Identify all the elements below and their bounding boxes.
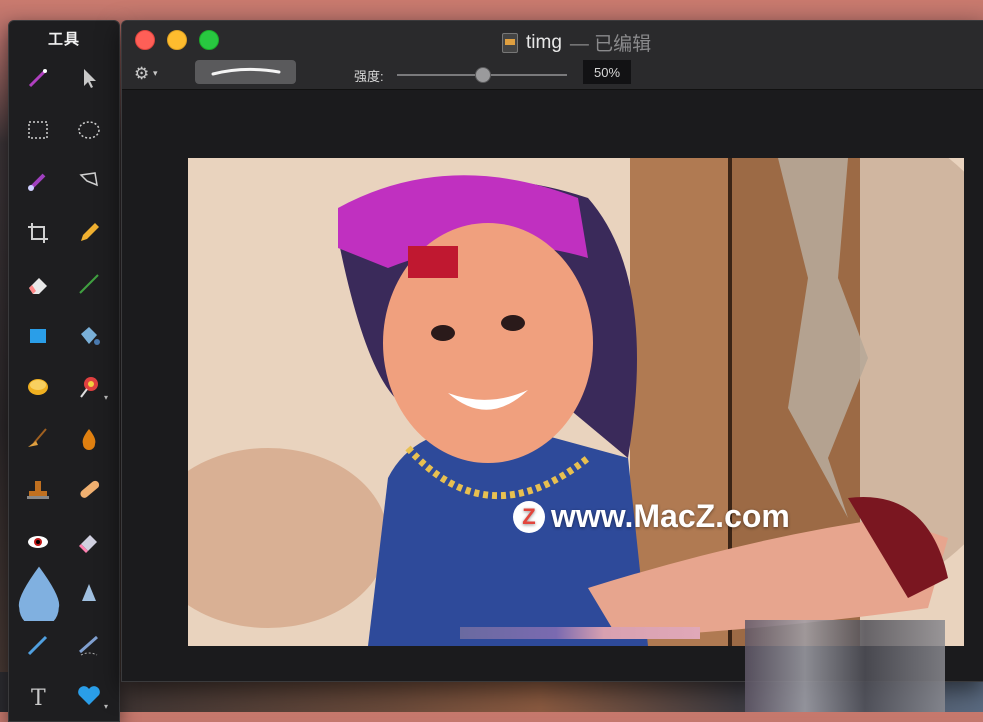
smudge-eraser-icon: [79, 534, 97, 553]
tool-options-bar: ⚙ ▾ 强度: 50%: [122, 59, 983, 90]
lollipop-tool-button[interactable]: ▾: [72, 370, 108, 404]
tools-palette-title: 工具: [47, 31, 80, 48]
strength-label: 强度:: [354, 69, 384, 84]
brush-shape-button[interactable]: [195, 60, 296, 84]
edited-status: — 已编辑: [569, 34, 652, 55]
ellipse-select-icon: [78, 120, 100, 139]
sharpen-cone-tool-button[interactable]: [72, 576, 106, 610]
rect-select-icon: [28, 120, 48, 139]
vector-pen-icon: [79, 635, 98, 655]
stamp-tool-button[interactable]: [21, 473, 55, 507]
bandage-tool-button[interactable]: [72, 473, 106, 507]
eraser-icon: [29, 278, 47, 294]
image-canvas[interactable]: Z www.MacZ.com: [188, 158, 964, 646]
rect-select-tool-button[interactable]: [21, 113, 55, 147]
line-icon: [79, 274, 99, 294]
watermark-text: www.MacZ.com: [551, 498, 790, 534]
paint-bucket-tool-button[interactable]: [72, 319, 106, 353]
smudge-eraser-tool-button[interactable]: [72, 525, 106, 559]
pencil-tool-button[interactable]: [72, 216, 106, 250]
rectangle-shape-tool-button[interactable]: [21, 319, 55, 353]
document-icon: [502, 32, 518, 53]
pen-tool-button[interactable]: [21, 628, 55, 662]
redaction-block: [745, 620, 945, 712]
tools-palette: 工具 ▾ T ▾: [8, 20, 120, 722]
eraser-tool-button[interactable]: [21, 267, 55, 301]
lasso-tool-button[interactable]: [72, 164, 106, 198]
red-eye-tool-button[interactable]: [21, 525, 55, 559]
water-drop-icon: [18, 566, 60, 621]
broom-icon: [28, 427, 47, 447]
line-tool-button[interactable]: [72, 267, 106, 301]
vector-pen-tool-button[interactable]: [72, 628, 106, 662]
strength-value-field[interactable]: 50%: [583, 60, 631, 84]
lollipop-icon: [80, 377, 98, 398]
magic-wand-icon: [28, 69, 47, 88]
pen-icon: [27, 635, 48, 655]
crop-tool-button[interactable]: [21, 216, 55, 250]
magic-wand-tool-button[interactable]: [21, 61, 55, 95]
bandage-icon: [80, 480, 100, 498]
drop-burn-icon: [82, 428, 96, 450]
minimize-window-button[interactable]: [167, 30, 187, 50]
chevron-down-icon[interactable]: ▾: [104, 702, 108, 711]
strength-slider-thumb[interactable]: [475, 67, 491, 83]
coin-icon: [28, 379, 48, 395]
red-eye-icon: [28, 535, 48, 548]
lasso-icon: [79, 172, 98, 187]
redaction-block: [460, 627, 700, 639]
stamp-icon: [27, 481, 49, 499]
water-drop-tool-button[interactable]: [15, 566, 63, 621]
close-window-button[interactable]: [135, 30, 155, 50]
heart-shape-tool-button[interactable]: ▾: [72, 679, 108, 713]
sharpen-cone-icon: [82, 584, 96, 601]
chevron-down-icon[interactable]: ▾: [153, 68, 158, 79]
rectangle-shape-icon: [30, 328, 46, 343]
broom-tool-button[interactable]: [21, 422, 55, 456]
brush-select-icon: [28, 173, 46, 191]
title-bar: timg — 已编辑: [122, 21, 983, 59]
watermark: Z www.MacZ.com: [513, 498, 790, 535]
document-name: timg: [526, 31, 562, 53]
ellipse-select-tool-button[interactable]: [72, 113, 106, 147]
gear-icon[interactable]: ⚙: [134, 64, 149, 84]
drop-burn-tool-button[interactable]: [72, 422, 106, 456]
coin-tool-button[interactable]: [21, 370, 55, 404]
zoom-window-button[interactable]: [199, 30, 219, 50]
arrow-pointer-icon: [84, 69, 96, 88]
text-tool-icon: T: [31, 686, 46, 710]
text-tool-tool-button[interactable]: T: [21, 679, 55, 713]
brush-select-tool-button[interactable]: [21, 164, 55, 198]
photo-content: [188, 158, 964, 646]
crop-icon: [28, 222, 48, 243]
chevron-down-icon[interactable]: ▾: [104, 393, 108, 402]
window-title: timg — 已编辑: [502, 29, 651, 56]
paint-bucket-icon: [81, 326, 100, 345]
arrow-pointer-tool-button[interactable]: [72, 61, 106, 95]
pencil-icon: [81, 222, 99, 241]
heart-shape-icon: [78, 686, 100, 705]
svg-text:T: T: [31, 686, 46, 710]
watermark-logo-icon: Z: [513, 500, 545, 533]
brush-stroke-icon: [211, 67, 281, 76]
